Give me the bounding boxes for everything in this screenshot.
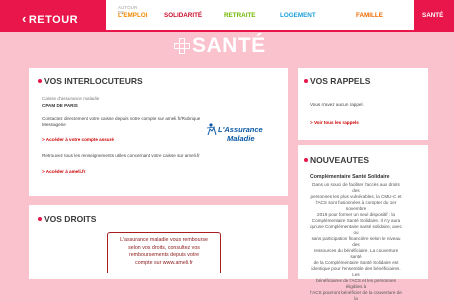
droits-line-1: L'assurance maladie vous rembourse	[120, 237, 208, 243]
logo-text-1: L'Assurance	[218, 125, 263, 134]
bullet-icon	[304, 78, 308, 83]
bullet-icon	[38, 78, 42, 83]
droits-line-2: selon vos droits, consultez vos	[128, 244, 200, 251]
nav-item-label: FAMILLE	[356, 12, 383, 19]
assurance-maladie-logo: L'Assurance Maladie	[206, 122, 263, 152]
rappels-link[interactable]: > Voir tous les rappels	[310, 120, 359, 125]
droits-info-text: L'assurance maladie vous rembourse selon…	[114, 237, 214, 267]
article-line: bénéficiaires de l'ACS et les personnes …	[316, 278, 396, 289]
article-line: sans participation financière selon le n…	[311, 236, 401, 247]
article-line: qu'une Complémentaire santé solidaire, a…	[310, 224, 402, 235]
back-button[interactable]: ‹ RETOUR	[22, 11, 78, 26]
droits-title: VOS DROITS	[44, 214, 97, 224]
rappels-empty-text: Vous n'avez aucun rappel.	[310, 102, 364, 107]
nav-item-label: RETRAITE	[224, 12, 256, 19]
rappels-heading: VOS RAPPELS	[304, 76, 370, 86]
droits-heading: VOS DROITS	[38, 214, 96, 224]
health-cross-icon	[174, 38, 190, 54]
nav-item-label: SOLIDARITÉ	[164, 12, 203, 19]
droits-line-4: compte sur www.ameli.fr	[135, 259, 193, 266]
interlocuteurs-card: VOS INTERLOCUTEURS Caisse d'assurance ma…	[29, 68, 288, 196]
nouveautes-heading: NOUVEAUTES	[304, 155, 369, 165]
contact-text-1: Contactez directement votre caisse depui…	[42, 116, 201, 121]
article-line: Dans un souci de faciliter l'accès aux d…	[312, 182, 400, 193]
contact-text-2: Messagerie	[42, 122, 66, 127]
bullet-icon	[304, 157, 308, 162]
info-text: Retrouvez tous les renseignements utiles…	[42, 153, 200, 158]
droits-info-box: L'assurance maladie vous rembourse selon…	[107, 232, 221, 273]
article-title: Complémentaire Santé Solidaire	[310, 174, 390, 180]
nav-item-label: L'EMPLOI	[118, 12, 148, 19]
bullet-icon	[38, 216, 42, 221]
logo-text-2: Maladie	[227, 134, 255, 143]
nav-item-sante[interactable]: SANTÉ	[414, 0, 454, 30]
back-label: RETOUR	[28, 14, 79, 26]
nouveautes-title: NOUVEAUTES	[310, 155, 370, 165]
article-body: Dans un souci de faciliter l'accès aux d…	[310, 182, 402, 302]
rappels-card: VOS RAPPELS Vous n'avez aucun rappel. > …	[298, 68, 428, 140]
page-title: SANTÉ	[174, 34, 266, 58]
nav-item-label: SANTÉ	[422, 12, 444, 19]
nav-item-label: LOGEMENT	[280, 12, 316, 19]
caisse-label: Caisse d'assurance maladie	[42, 96, 100, 101]
article-line: ressources du bénéficiaire. La couvertur…	[313, 248, 399, 259]
page-title-text: SANTÉ	[192, 34, 266, 57]
interlocuteurs-heading: VOS INTERLOCUTEURS	[38, 76, 143, 86]
droits-line-3: remboursements depuis votre	[128, 252, 200, 258]
droits-card: VOS DROITS L'assurance maladie vous remb…	[29, 205, 288, 279]
chevron-left-icon: ‹	[22, 11, 27, 26]
article-line: identique pour l'ensemble des bénéficiai…	[311, 266, 401, 277]
rappels-title: VOS RAPPELS	[310, 76, 371, 86]
nouveautes-card: NOUVEAUTES Complémentaire Santé Solidair…	[298, 145, 428, 301]
ameli-link[interactable]: > Accéder à ameli.fr	[42, 169, 85, 174]
category-nav: AUTOUR DE L'EMPLOI SOLIDARITÉ RETRAITE L…	[106, 0, 454, 30]
article-line: l'ACS pourront bénéficier de la couvertu…	[310, 290, 402, 301]
article-line: l'ACS sont fusionnées à compter du 1er n…	[315, 200, 397, 211]
interlocuteurs-title: VOS INTERLOCUTEURS	[44, 76, 143, 86]
account-link[interactable]: > Accéder à votre compte assuré	[42, 137, 114, 142]
caisse-name: CPAM DE PARIS	[42, 103, 78, 108]
